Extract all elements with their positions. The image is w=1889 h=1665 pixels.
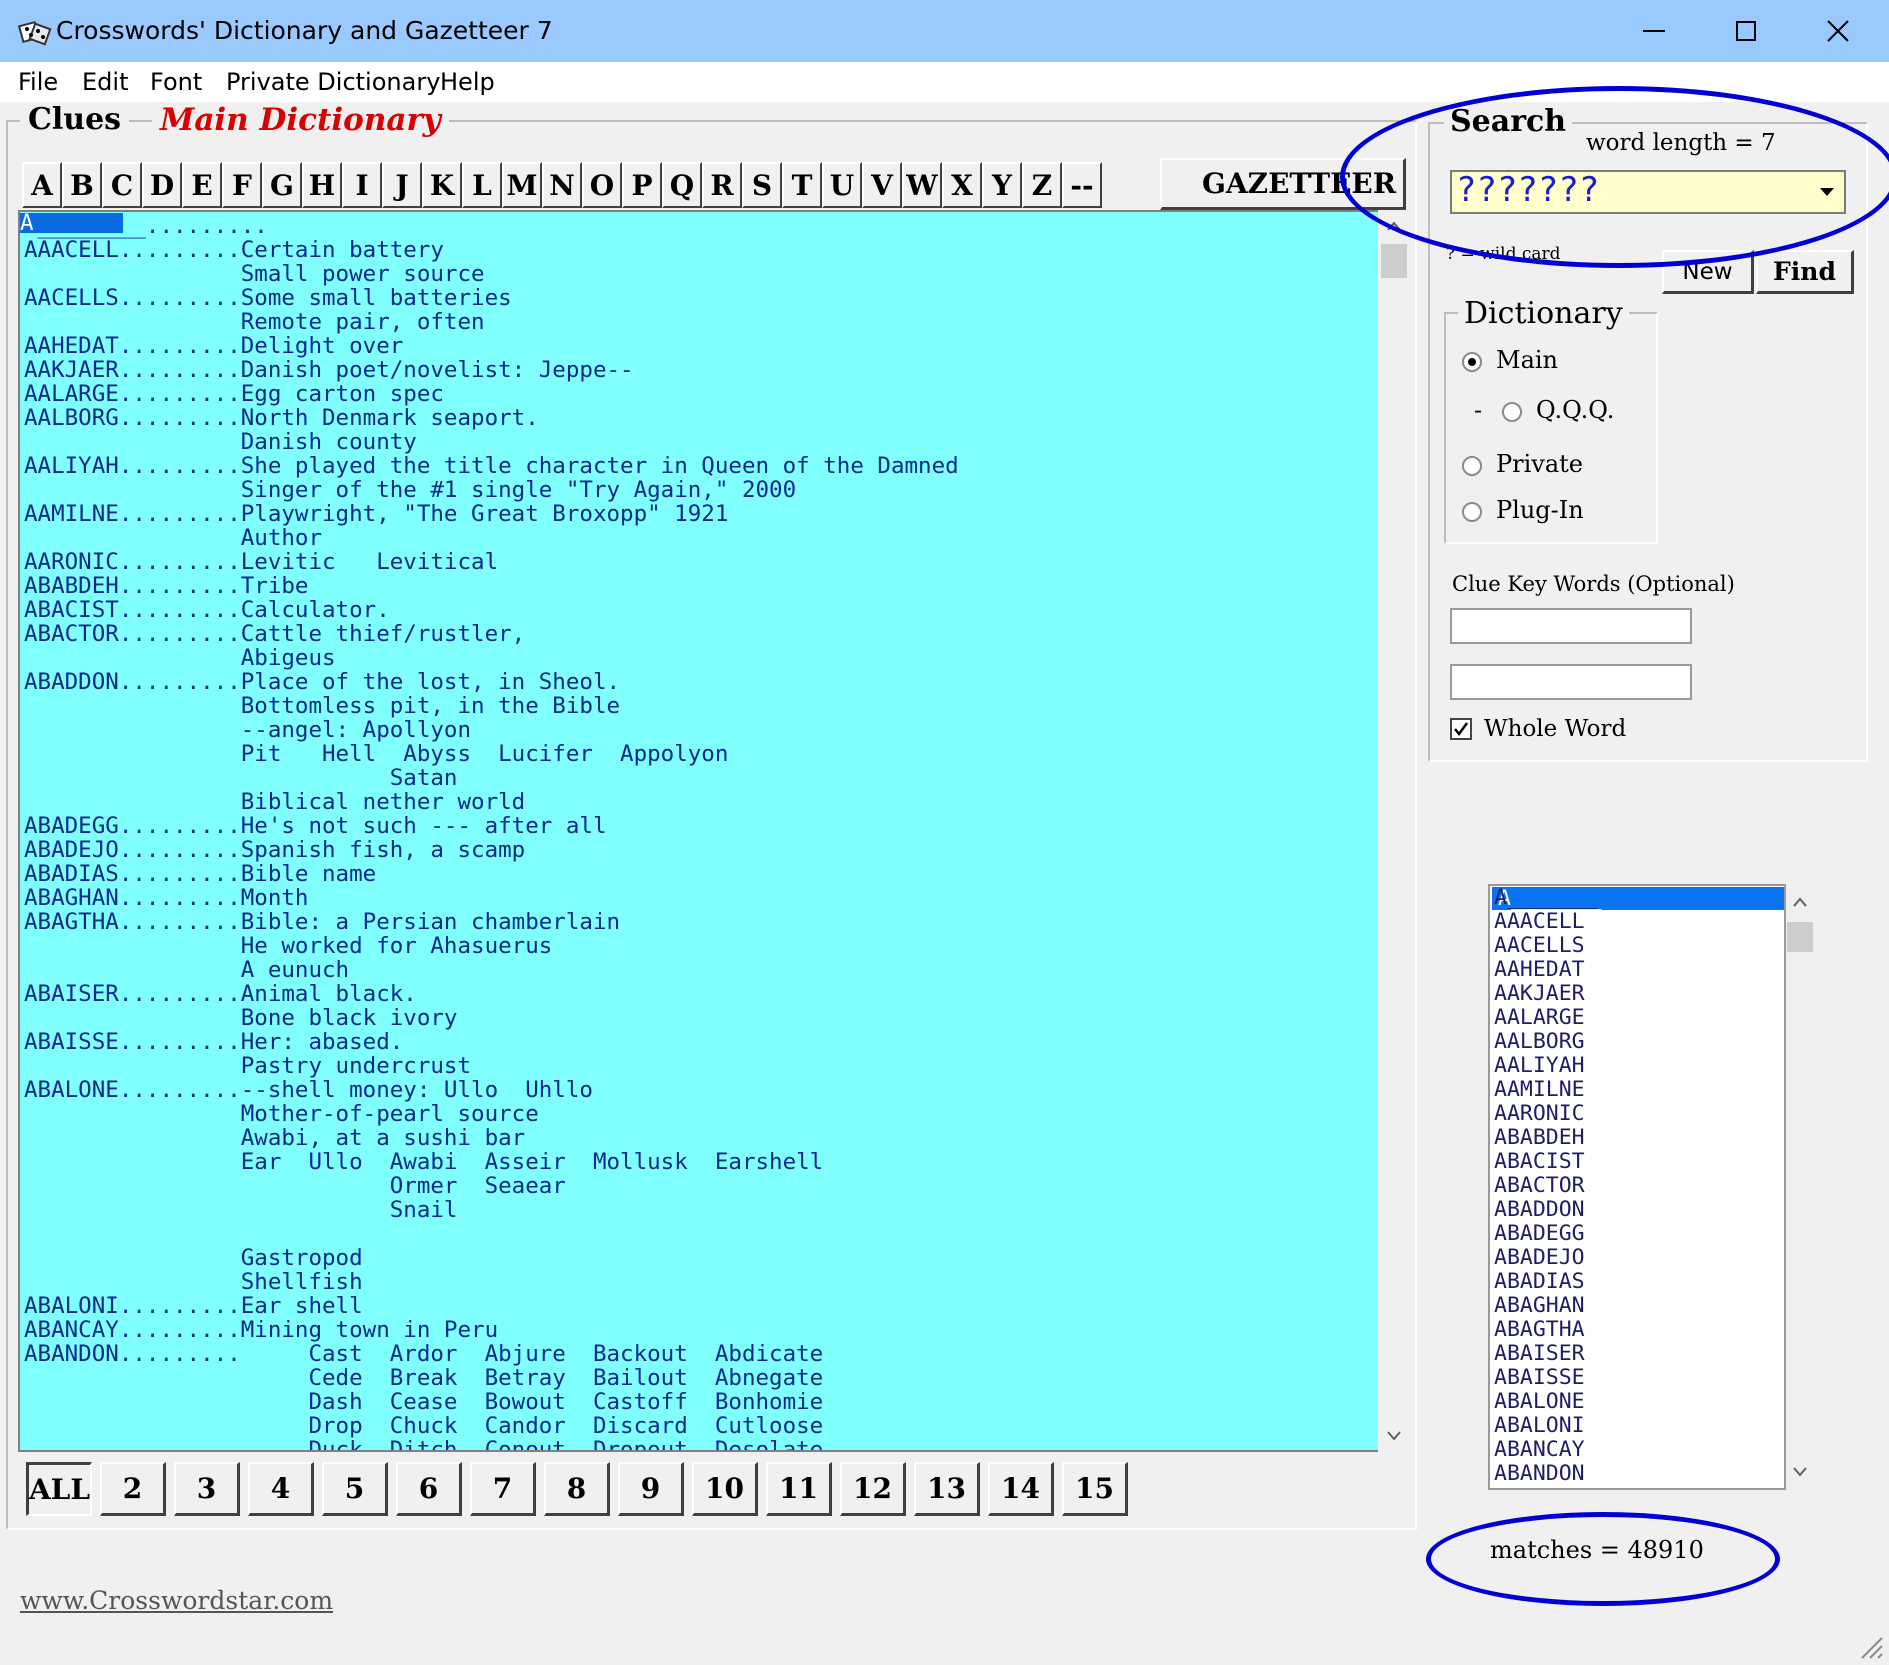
dictionary-group-label: Dictionary xyxy=(1458,296,1629,331)
clue-selected-row[interactable]: A_______ xyxy=(20,213,123,233)
letter-button-a[interactable]: A xyxy=(22,162,62,208)
letter-button-q[interactable]: Q xyxy=(662,162,702,208)
length-button-6[interactable]: 6 xyxy=(396,1462,462,1516)
radio-private[interactable] xyxy=(1462,456,1482,476)
letter-button-c[interactable]: C xyxy=(102,162,142,208)
letter-button-t[interactable]: T xyxy=(782,162,822,208)
length-button-3[interactable]: 3 xyxy=(174,1462,240,1516)
letter-bar: A B C D E F G H I J K L M N O P Q R S T U V W X Y Z -- xyxy=(22,162,1102,208)
length-button-10[interactable]: 10 xyxy=(692,1462,758,1516)
scroll-thumb[interactable] xyxy=(1787,922,1813,952)
menu-help[interactable]: Help xyxy=(440,68,495,96)
letter-button-d[interactable]: D xyxy=(142,162,182,208)
clues-group-label: Clues xyxy=(20,102,130,137)
find-button[interactable]: Find xyxy=(1756,250,1854,294)
checkmark-icon xyxy=(1454,722,1469,737)
word-list-items: A_______ AAACELL AACELLS AAHEDAT AAKJAER… xyxy=(1494,885,1598,1486)
letter-button-f[interactable]: F xyxy=(222,162,262,208)
clue-list-scrollbar[interactable] xyxy=(1378,210,1410,1452)
radio-private-label[interactable]: Private xyxy=(1496,450,1583,478)
letter-button-e[interactable]: E xyxy=(182,162,222,208)
length-button-9[interactable]: 9 xyxy=(618,1462,684,1516)
close-icon xyxy=(1827,20,1849,42)
letter-button-y[interactable]: Y xyxy=(982,162,1022,208)
length-button-7[interactable]: 7 xyxy=(470,1462,536,1516)
letter-button-r[interactable]: R xyxy=(702,162,742,208)
length-button-13[interactable]: 13 xyxy=(914,1462,980,1516)
length-button-11[interactable]: 11 xyxy=(766,1462,832,1516)
clue-key-word-field-1[interactable] xyxy=(1450,608,1692,644)
website-link[interactable]: www.Crosswordstar.com xyxy=(20,1586,333,1615)
letter-button-h[interactable]: H xyxy=(302,162,342,208)
length-button-5[interactable]: 5 xyxy=(322,1462,388,1516)
clue-key-words-label: Clue Key Words (Optional) xyxy=(1452,572,1735,596)
menu-font[interactable]: Font xyxy=(150,68,202,96)
dictionary-name-label: Main Dictionary xyxy=(152,102,449,138)
menu-file[interactable]: File xyxy=(18,68,58,96)
letter-button-s[interactable]: S xyxy=(742,162,782,208)
qqq-dash: - xyxy=(1474,396,1483,424)
whole-word-checkbox[interactable] xyxy=(1450,718,1472,740)
radio-main[interactable] xyxy=(1462,352,1482,372)
word-list-scrollbar[interactable] xyxy=(1786,886,1814,1488)
letter-button-g[interactable]: G xyxy=(262,162,302,208)
app-dice-icon xyxy=(17,16,52,50)
letter-button-l[interactable]: L xyxy=(462,162,502,208)
scroll-up-icon[interactable] xyxy=(1792,896,1808,908)
radio-plugin-label[interactable]: Plug-In xyxy=(1496,496,1584,524)
radio-plugin[interactable] xyxy=(1462,502,1482,522)
length-button-8[interactable]: 8 xyxy=(544,1462,610,1516)
clue-entries: A________......... AAACELL.........Certa… xyxy=(24,213,959,1452)
scroll-down-icon[interactable] xyxy=(1792,1466,1808,1478)
window-title: Crosswords' Dictionary and Gazetteer 7 xyxy=(56,16,553,45)
length-button-14[interactable]: 14 xyxy=(988,1462,1054,1516)
length-button-2[interactable]: 2 xyxy=(100,1462,166,1516)
length-bar: ALL 2 3 4 5 6 7 8 9 10 11 12 13 14 15 xyxy=(26,1462,1136,1516)
letter-button-x[interactable]: X xyxy=(942,162,982,208)
letter-button-p[interactable]: P xyxy=(622,162,662,208)
minimize-icon xyxy=(1643,30,1665,32)
letter-button-i[interactable]: I xyxy=(342,162,382,208)
letter-button-z[interactable]: Z xyxy=(1022,162,1062,208)
letter-button-dash[interactable]: -- xyxy=(1062,162,1102,208)
letter-button-w[interactable]: W xyxy=(902,162,942,208)
letter-button-j[interactable]: J xyxy=(382,162,422,208)
scroll-down-icon[interactable] xyxy=(1386,1430,1402,1442)
resize-grip-icon[interactable] xyxy=(1856,1632,1884,1660)
letter-button-o[interactable]: O xyxy=(582,162,622,208)
maximize-icon xyxy=(1736,21,1756,41)
annotation-circle-matches xyxy=(1426,1512,1780,1606)
close-button[interactable] xyxy=(1792,0,1884,62)
menu-private-dictionary[interactable]: Private Dictionary xyxy=(226,68,440,96)
letter-button-m[interactable]: M xyxy=(502,162,542,208)
minimize-button[interactable] xyxy=(1608,0,1700,62)
clue-list[interactable]: A________......... AAACELL.........Certa… xyxy=(18,210,1378,1452)
letter-button-u[interactable]: U xyxy=(822,162,862,208)
radio-qqq[interactable] xyxy=(1502,402,1522,422)
letter-button-b[interactable]: B xyxy=(62,162,102,208)
radio-main-label[interactable]: Main xyxy=(1496,346,1558,374)
length-button-15[interactable]: 15 xyxy=(1062,1462,1128,1516)
whole-word-label[interactable]: Whole Word xyxy=(1484,716,1626,742)
clue-key-word-field-2[interactable] xyxy=(1450,664,1692,700)
radio-qqq-label[interactable]: Q.Q.Q. xyxy=(1536,396,1614,424)
scroll-thumb[interactable] xyxy=(1381,244,1407,278)
annotation-circle-search xyxy=(1340,86,1889,268)
maximize-button[interactable] xyxy=(1700,0,1792,62)
letter-button-k[interactable]: K xyxy=(422,162,462,208)
letter-button-v[interactable]: V xyxy=(862,162,902,208)
menu-edit[interactable]: Edit xyxy=(82,68,128,96)
length-button-12[interactable]: 12 xyxy=(840,1462,906,1516)
letter-button-n[interactable]: N xyxy=(542,162,582,208)
length-button-all[interactable]: ALL xyxy=(26,1462,92,1516)
length-button-4[interactable]: 4 xyxy=(248,1462,314,1516)
radio-selected-dot xyxy=(1468,358,1476,366)
